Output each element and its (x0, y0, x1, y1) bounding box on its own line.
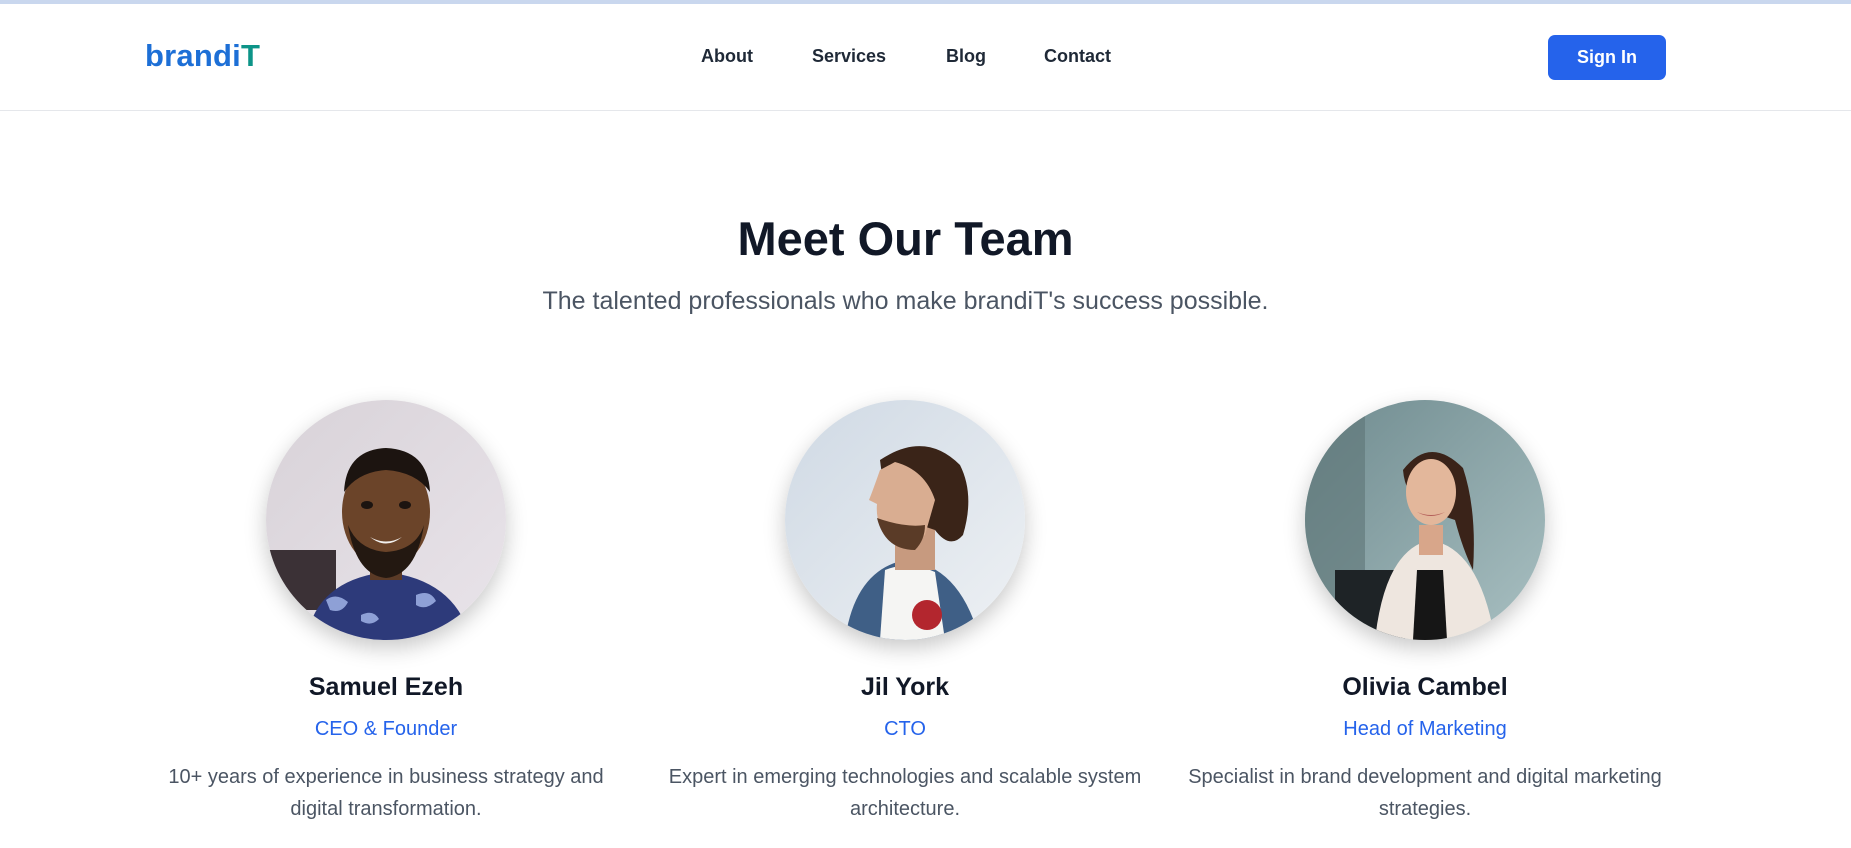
member-role: CEO & Founder (314, 718, 458, 740)
sign-in-button[interactable]: Sign In (1548, 35, 1666, 80)
portrait-photo (785, 400, 1025, 640)
nav-services[interactable]: Services (812, 46, 886, 67)
team-card: Jil York CTO Expert in emerging technolo… (665, 400, 1145, 825)
team-card: Olivia Cambel Head of Marketing Speciali… (1185, 400, 1665, 825)
member-role: Head of Marketing (1343, 718, 1507, 740)
member-bio: 10+ years of experience in business stra… (168, 766, 604, 820)
portrait-photo (1305, 400, 1545, 640)
portrait-photo (266, 400, 506, 640)
member-bio: Specialist in brand development and digi… (1188, 766, 1662, 820)
page-title: Meet Our Team (737, 212, 1074, 265)
member-name: Samuel Ezeh (308, 673, 464, 701)
avatar-samuel-ezeh (266, 400, 506, 640)
member-name: Olivia Cambel (1342, 673, 1508, 701)
nav-blog[interactable]: Blog (946, 46, 986, 67)
navbar: brandiT About Services Blog Contact Sign… (0, 4, 1851, 111)
member-name: Jil York (860, 673, 949, 701)
team-card: Samuel Ezeh CEO & Founder 10+ years of e… (146, 400, 626, 825)
page-subtitle: The talented professionals who make bran… (542, 287, 1269, 315)
nav-about[interactable]: About (701, 46, 753, 67)
avatar-jil-york (785, 400, 1025, 640)
avatar-olivia-cambel (1305, 400, 1545, 640)
member-bio: Expert in emerging technologies and scal… (668, 766, 1142, 820)
nav-contact[interactable]: Contact (1044, 46, 1111, 67)
member-role: CTO (884, 718, 926, 740)
